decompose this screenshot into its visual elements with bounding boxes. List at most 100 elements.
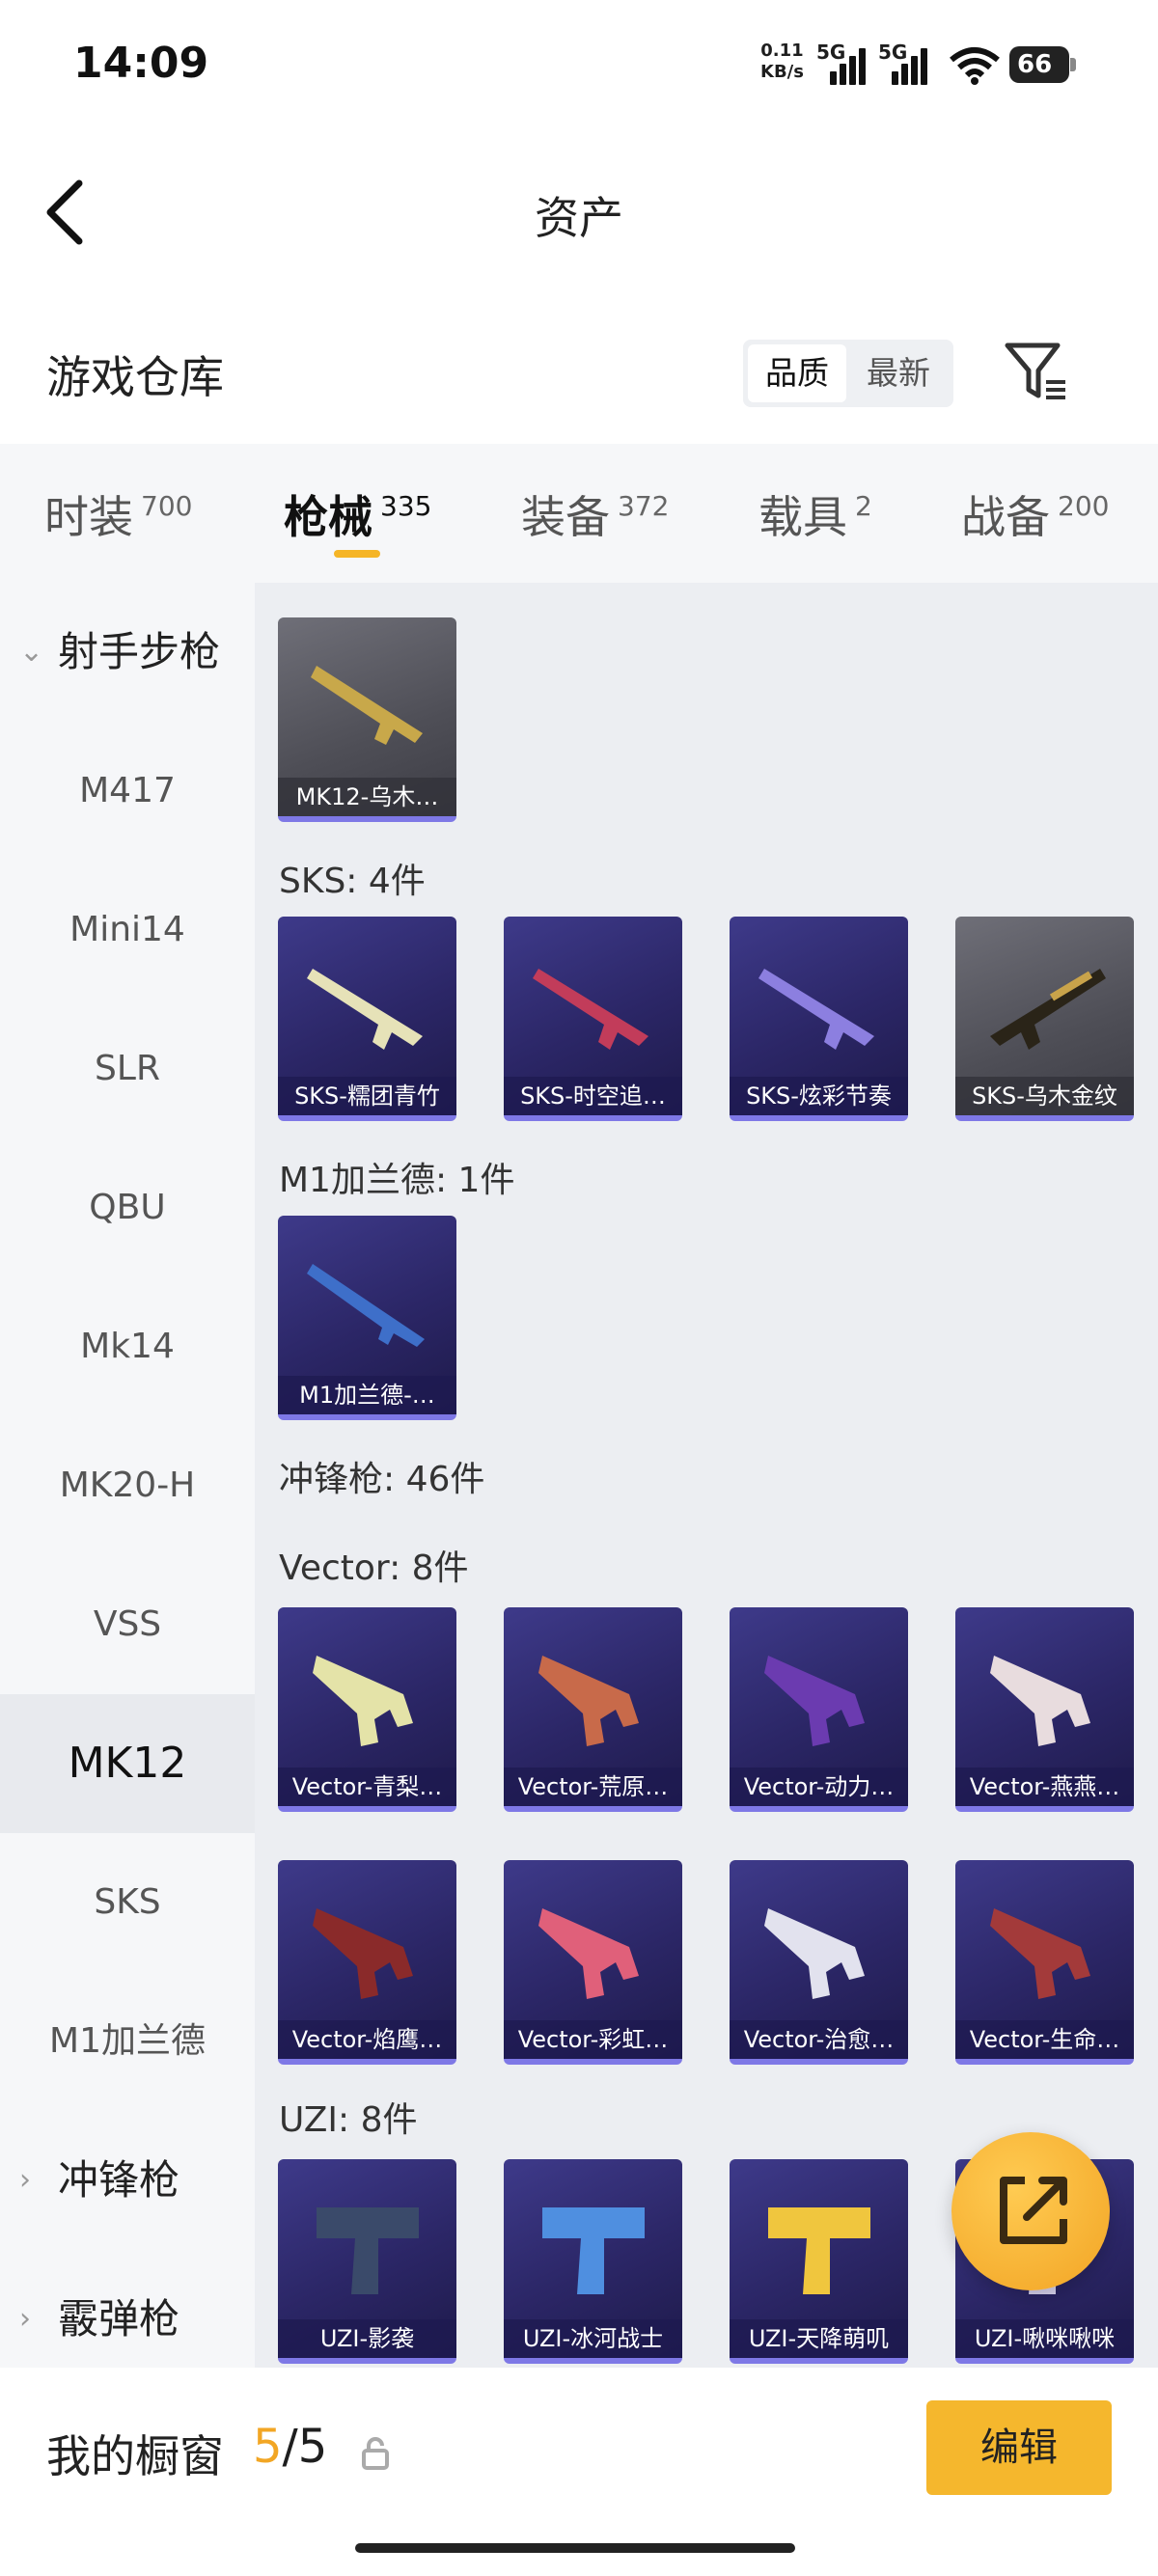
- warehouse-title: 游戏仓库: [46, 351, 224, 403]
- pistol-icon: [768, 2207, 870, 2294]
- sidebar-category-label: 霰弹枪: [58, 2295, 180, 2343]
- tab-label: 载具: [758, 491, 847, 543]
- tab-supplies[interactable]: 战备 200: [961, 482, 1109, 560]
- edit-button[interactable]: 编辑: [926, 2400, 1112, 2495]
- chevron-right-icon: ›: [19, 2163, 31, 2197]
- active-tab-indicator: [334, 550, 380, 558]
- network-speed-unit: KB/s: [760, 62, 804, 82]
- filter-icon[interactable]: [1004, 340, 1069, 405]
- group-label-m1-garand: M1加兰德: 1件: [279, 1161, 515, 1200]
- showcase-bar: 我的橱窗 5/5 编辑: [0, 2368, 1158, 2576]
- weapon-card-label: UZI-冰河战士: [504, 2319, 682, 2358]
- weapon-card[interactable]: SKS-炫彩节奏: [730, 917, 908, 1121]
- sort-toggle: 品质 最新: [743, 340, 953, 407]
- tab-label: 装备: [521, 491, 610, 543]
- smg-icon: [990, 1908, 1090, 1999]
- lock-icon: [362, 2437, 389, 2470]
- weapon-sidebar: ⌄ 射手步枪 M417 Mini14 SLR QBU Mk14 MK20-H V…: [0, 583, 255, 2368]
- showcase-count-current: 5: [253, 2420, 283, 2474]
- sort-quality-button[interactable]: 品质: [748, 344, 846, 402]
- weapon-card[interactable]: Vector-彩虹…: [504, 1860, 682, 2065]
- sort-newest-button[interactable]: 最新: [849, 344, 948, 402]
- weapon-card-label: SKS-炫彩节奏: [730, 1077, 908, 1115]
- weapon-grid: MK12-乌木… SKS: 4件 SKS-糯团青竹 SKS-时空追… SKS-炫…: [255, 583, 1158, 2368]
- sidebar-item-mk12[interactable]: MK12: [0, 1694, 255, 1833]
- weapon-card-label: Vector-彩虹…: [504, 2020, 682, 2059]
- tab-label: 枪械: [284, 491, 372, 543]
- sidebar-item-m1-garand[interactable]: M1加兰德: [0, 1972, 255, 2111]
- category-tabs: 时装 700 枪械 335 装备 372 载具 2 战备 200: [0, 444, 1158, 583]
- tab-count: 700: [141, 490, 193, 522]
- rifle-icon: [307, 1264, 425, 1347]
- tab-count: 2: [855, 490, 872, 522]
- weapon-card-label: Vector-焰鹰…: [278, 2020, 456, 2059]
- smg-icon: [538, 1908, 639, 1999]
- weapon-card[interactable]: Vector-治愈…: [730, 1860, 908, 2065]
- weapon-card[interactable]: SKS-时空追…: [504, 917, 682, 1121]
- weapon-card-label: UZI-啾咪啾咪: [955, 2319, 1134, 2358]
- status-time: 14:09: [73, 39, 209, 88]
- status-bar: 14:09 0.11 KB/s 5G 5G 66: [0, 0, 1158, 125]
- weapon-card[interactable]: UZI-天降萌叽: [730, 2159, 908, 2364]
- weapon-card-label: UZI-影袭: [278, 2319, 456, 2358]
- pistol-icon: [542, 2207, 645, 2294]
- smg-icon: [313, 1656, 413, 1746]
- weapon-card-label: MK12-乌木…: [278, 778, 456, 816]
- showcase-title: 我的橱窗: [46, 2430, 224, 2482]
- wifi-icon: [950, 47, 1000, 85]
- tab-label: 时装: [44, 491, 133, 543]
- group-label-vector: Vector: 8件: [279, 1548, 469, 1588]
- tab-firearms[interactable]: 枪械 335: [284, 482, 431, 560]
- tab-fashion[interactable]: 时装 700: [44, 482, 192, 560]
- network-speed-value: 0.11: [760, 41, 804, 61]
- sidebar-item-vss[interactable]: VSS: [0, 1555, 255, 1694]
- weapon-card[interactable]: Vector-燕燕…: [955, 1607, 1134, 1812]
- weapon-card[interactable]: MK12-乌木…: [278, 617, 456, 822]
- sidebar-item-qbu[interactable]: QBU: [0, 1138, 255, 1277]
- weapon-card[interactable]: Vector-焰鹰…: [278, 1860, 456, 2065]
- pistol-icon: [317, 2207, 419, 2294]
- tab-count: 200: [1058, 490, 1110, 522]
- sidebar-item-mk20h[interactable]: MK20-H: [0, 1416, 255, 1555]
- weapon-card[interactable]: Vector-动力…: [730, 1607, 908, 1812]
- sidebar-item-sks[interactable]: SKS: [0, 1833, 255, 1972]
- sidebar-category-smg[interactable]: › 冲锋枪: [0, 2111, 255, 2250]
- sidebar-category-label: 冲锋枪: [58, 2156, 180, 2204]
- weapon-card[interactable]: Vector-青梨…: [278, 1607, 456, 1812]
- tab-count: 372: [618, 490, 670, 522]
- sidebar-category-marksman[interactable]: ⌄ 射手步枪: [0, 583, 255, 722]
- weapon-card-label: Vector-动力…: [730, 1768, 908, 1806]
- weapon-card[interactable]: Vector-生命…: [955, 1860, 1134, 2065]
- weapon-card-label: Vector-燕燕…: [955, 1768, 1134, 1806]
- weapon-card[interactable]: UZI-影袭: [278, 2159, 456, 2364]
- weapon-card-label: Vector-生命…: [955, 2020, 1134, 2059]
- weapon-card[interactable]: UZI-冰河战士: [504, 2159, 682, 2364]
- sidebar-item-slr[interactable]: SLR: [0, 1000, 255, 1138]
- battery-icon: 66: [1009, 46, 1076, 83]
- sidebar-category-label: 射手步枪: [58, 628, 221, 675]
- weapon-card-label: Vector-荒原…: [504, 1768, 682, 1806]
- sidebar-item-m417[interactable]: M417: [0, 722, 255, 861]
- weapon-card-label: Vector-青梨…: [278, 1768, 456, 1806]
- group-label-sks: SKS: 4件: [279, 862, 426, 901]
- sidebar-item-mini14[interactable]: Mini14: [0, 861, 255, 1000]
- rifle-icon: [311, 666, 423, 745]
- weapon-card[interactable]: SKS-糯团青竹: [278, 917, 456, 1121]
- smg-icon: [990, 1656, 1090, 1746]
- share-icon: [1000, 2177, 1067, 2244]
- network-speed: 0.11 KB/s: [760, 41, 804, 83]
- weapon-card[interactable]: M1加兰德-…: [278, 1216, 456, 1420]
- tab-count: 335: [380, 490, 432, 522]
- tab-equipment[interactable]: 装备 372: [521, 482, 669, 560]
- tab-label: 战备: [961, 491, 1050, 543]
- weapon-card[interactable]: Vector-荒原…: [504, 1607, 682, 1812]
- rifle-icon: [990, 969, 1106, 1050]
- tab-vehicles[interactable]: 载具 2: [758, 482, 872, 560]
- weapon-card-label: SKS-时空追…: [504, 1077, 682, 1115]
- showcase-count-total: /5: [282, 2420, 328, 2474]
- smg-icon: [764, 1656, 865, 1746]
- weapon-card[interactable]: SKS-乌木金纹: [955, 917, 1134, 1121]
- sidebar-item-mk14[interactable]: Mk14: [0, 1277, 255, 1416]
- chevron-down-icon: ⌄: [19, 635, 44, 669]
- share-button[interactable]: [951, 2132, 1110, 2290]
